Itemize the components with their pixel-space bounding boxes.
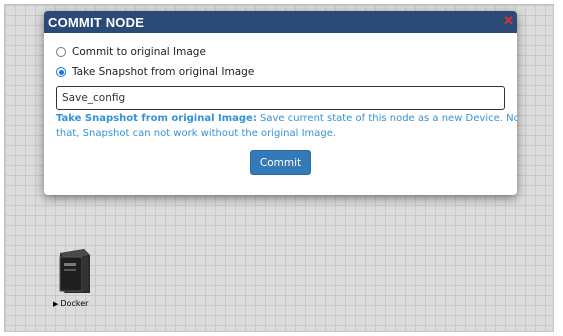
docker-node[interactable]: ▶ Docker [51, 247, 101, 311]
note-line-2: that, Snapshot can not work without the … [56, 128, 337, 139]
server-tower-icon [59, 249, 90, 293]
close-icon[interactable]: ✕ [503, 14, 514, 28]
take-snapshot-radio[interactable] [56, 67, 66, 77]
node-label: ▶ Docker [53, 299, 88, 308]
snapshot-name-input[interactable] [56, 86, 505, 110]
commit-original-radio[interactable] [56, 47, 66, 57]
note-line-1: Save current state of this node as a new… [256, 113, 517, 124]
commit-original-label: Commit to original Image [72, 46, 206, 58]
note-title: Take Snapshot from original Image: [56, 113, 257, 124]
take-snapshot-option[interactable]: Take Snapshot from original Image [56, 66, 254, 78]
snapshot-note: Take Snapshot from original Image: Save … [56, 111, 517, 141]
commit-button[interactable]: Commit [250, 150, 311, 175]
dialog-header: COMMIT NODE ✕ [44, 11, 517, 33]
commit-node-dialog: COMMIT NODE ✕ Commit to original Image T… [44, 11, 517, 195]
triangle-right-icon[interactable]: ▶ [53, 300, 58, 308]
dialog-title: COMMIT NODE [48, 15, 145, 30]
commit-original-option[interactable]: Commit to original Image [56, 46, 206, 58]
take-snapshot-label: Take Snapshot from original Image [72, 66, 255, 78]
node-name: Docker [60, 299, 89, 308]
